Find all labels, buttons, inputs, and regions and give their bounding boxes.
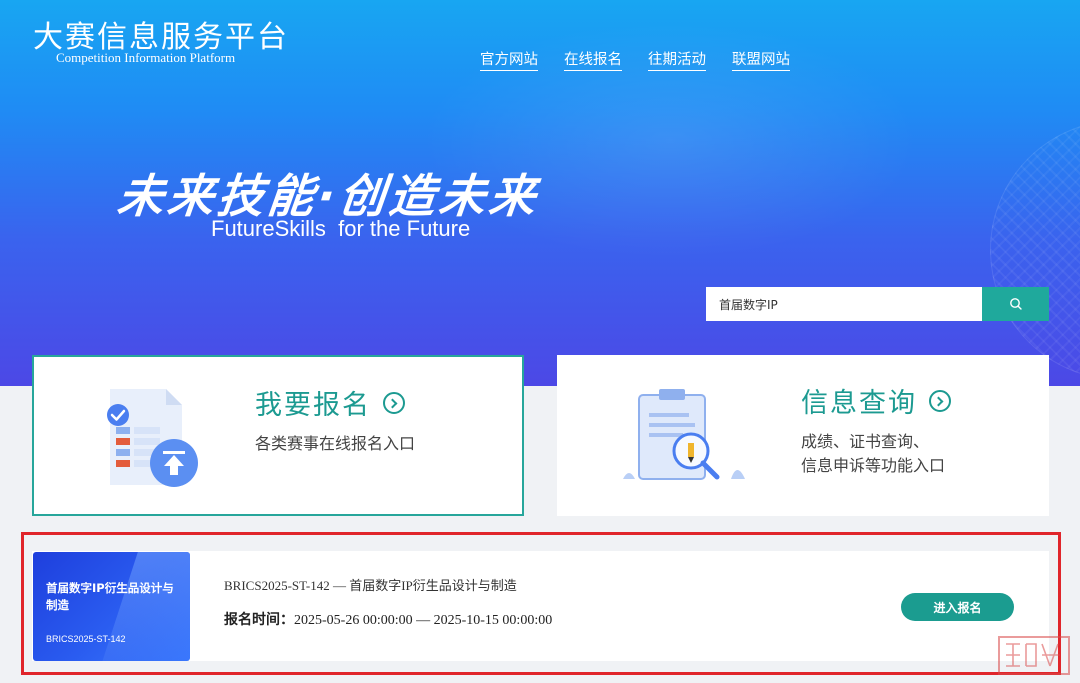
query-card-title: 信息查询 [801,388,917,419]
register-card[interactable]: 我要报名 各类赛事在线报名入口 [32,355,524,516]
nav-alliance-sites[interactable]: 联盟网站 [732,48,790,71]
brand-subtitle: Competition Information Platform [56,50,236,65]
search-bar [706,287,1049,321]
hero-slogan-en: FutureSkills for the Future [211,216,471,241]
search-input[interactable] [706,287,982,321]
register-card-desc: 各类赛事在线报名入口 [255,434,416,453]
search-button[interactable] [982,287,1049,321]
top-nav: 官方网站 在线报名 往期活动 联盟网站 [480,48,816,71]
query-card-desc-line2: 信息申诉等功能入口 [801,456,946,475]
register-arrow-icon[interactable] [383,392,405,414]
globe-decoration [990,120,1080,380]
info-query-icon [623,389,745,480]
highlight-frame [21,532,1061,675]
query-arrow-icon[interactable] [929,390,951,412]
hero-banner: 大赛信息服务平台 Competition Information Platfor… [0,0,1080,386]
query-card[interactable]: 信息查询 成绩、证书查询、 信息申诉等功能入口 [557,355,1049,516]
nav-past-events[interactable]: 往期活动 [648,48,706,71]
search-icon [1009,298,1022,310]
watermark-seal-icon [998,636,1070,675]
nav-online-registration[interactable]: 在线报名 [564,48,622,71]
registration-form-icon [107,389,198,487]
register-card-title: 我要报名 [255,390,371,421]
nav-official-site[interactable]: 官方网站 [480,48,538,71]
query-card-desc-line1: 成绩、证书查询、 [801,432,930,451]
